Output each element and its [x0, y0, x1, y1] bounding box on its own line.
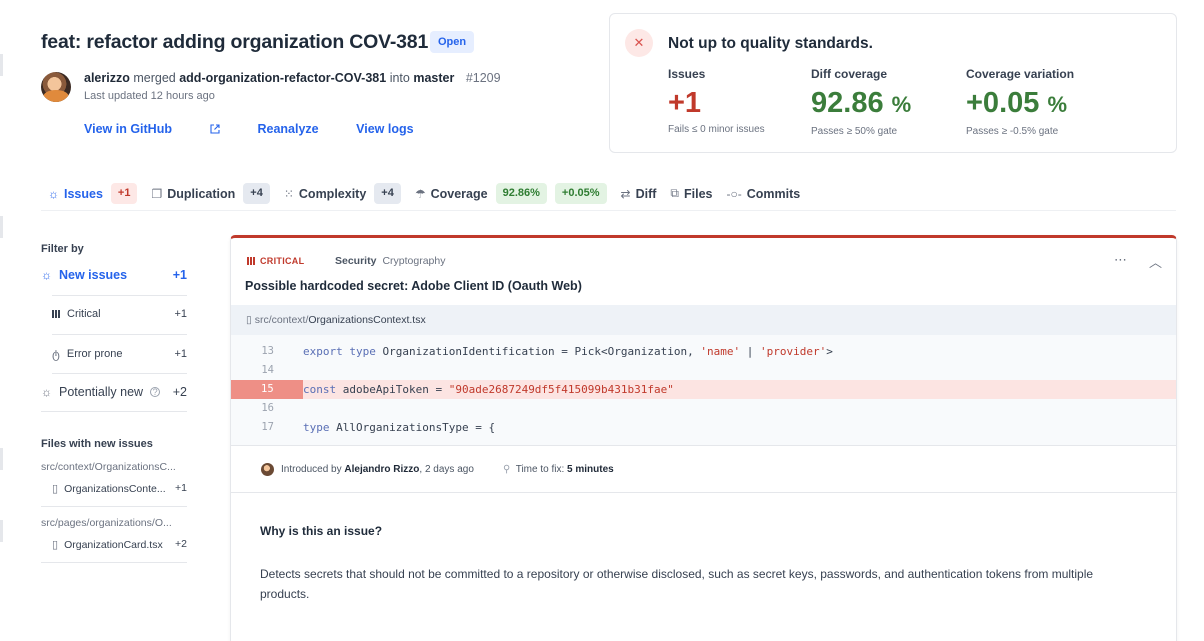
quality-headline: Not up to quality standards.	[668, 35, 873, 52]
file-icon: ▯	[52, 539, 59, 551]
more-options-icon[interactable]: ⋯	[1114, 252, 1127, 271]
issue-panel: CRITICAL Security Cryptography ⋯ ︿ Possib…	[230, 235, 1177, 641]
copy-icon: ❐	[151, 186, 163, 201]
status-badge: Open	[430, 31, 475, 53]
view-in-github-link[interactable]: View in GitHub	[84, 122, 220, 136]
diff-icon: ⇄	[620, 186, 631, 201]
code-line: 14	[261, 364, 274, 376]
commit-icon: -○-	[726, 186, 742, 201]
file-icon: ▯	[246, 314, 255, 326]
last-updated: Last updated 12 hours ago	[84, 90, 215, 102]
critical-icon	[52, 310, 60, 318]
chevron-up-icon[interactable]: ︿	[1149, 252, 1162, 271]
file-path: src/context/OrganizationsC...	[41, 461, 176, 473]
bug-icon: ☼	[41, 385, 52, 399]
tab-coverage-badge: 92.86%	[495, 183, 547, 204]
bug-icon: ☼	[41, 268, 52, 282]
code-line: 16	[261, 402, 274, 414]
avatar	[41, 72, 71, 102]
why-heading: Why is this an issue?	[260, 524, 383, 538]
quality-gate-card: ✕ Not up to quality standards. Issues +1…	[609, 13, 1177, 153]
tab-complexity-badge: +4	[374, 183, 401, 204]
reanalyze-link[interactable]: Reanalyze	[257, 122, 318, 136]
code-line-highlighted: 15 const adobeApiToken = "90ade2687249df…	[231, 380, 1176, 399]
code-line: 17 type AllOrganizationsType = {	[261, 421, 496, 434]
tab-issues[interactable]: ☼ Issues +1	[48, 183, 138, 204]
tab-duplication[interactable]: ❐ Duplication +4	[151, 183, 270, 204]
tab-bar: ☼ Issues +1 ❐ Duplication +4 ⁙ Complexit…	[48, 181, 814, 206]
filter-error-prone[interactable]: ტ Error prone +1	[41, 347, 187, 361]
pr-number: #1209	[465, 71, 501, 85]
umbrella-icon: ☂	[414, 186, 426, 201]
fail-x-icon: ✕	[625, 29, 653, 57]
author-name[interactable]: alerizzo	[84, 71, 130, 85]
metric-diff-coverage: Diff coverage 92.86 % Passes ≥ 50% gate	[811, 67, 912, 137]
filter-critical[interactable]: Critical +1	[41, 308, 187, 320]
tab-coverage-variation-badge: +0.05%	[554, 183, 607, 204]
merge-info: alerizzo merged add-organization-refacto…	[84, 71, 501, 85]
metric-issues: Issues +1 Fails ≤ 0 minor issues	[668, 67, 765, 135]
file-item[interactable]: ▯ OrganizationsConte... +1	[52, 482, 187, 495]
panel-actions: ⋯ ︿	[1114, 252, 1162, 271]
issue-meta: Introduced by Alejandro Rizzo, 2 days ag…	[231, 445, 1176, 493]
critical-icon	[247, 257, 255, 265]
code-line: 13 export type OrganizationIdentificatio…	[261, 345, 833, 358]
tab-issues-badge: +1	[110, 183, 138, 204]
code-snippet: 13 export type OrganizationIdentificatio…	[231, 335, 1176, 445]
tab-complexity[interactable]: ⁙ Complexity +4	[284, 183, 401, 204]
left-edge	[0, 0, 4, 641]
bug-icon: ☼	[48, 186, 59, 201]
filter-by-label: Filter by	[41, 243, 84, 255]
wrench-icon: ⚲	[503, 464, 511, 475]
tab-commits[interactable]: -○- Commits	[727, 187, 801, 201]
page-title: feat: refactor adding organization COV-3…	[41, 31, 429, 53]
tab-divider	[41, 210, 1176, 211]
file-item[interactable]: ▯ OrganizationCard.tsx +2	[52, 538, 187, 551]
view-logs-link[interactable]: View logs	[356, 122, 413, 136]
filter-new-issues[interactable]: ☼ New issues +1	[41, 268, 187, 282]
target-branch[interactable]: master	[413, 71, 454, 85]
file-path-bar: ▯ src/context/OrganizationsContext.tsx	[231, 305, 1176, 335]
issue-category: Security Cryptography	[335, 255, 446, 267]
issue-title: Possible hardcoded secret: Adobe Client …	[245, 279, 582, 293]
issue-description: Detects secrets that should not be commi…	[260, 567, 1094, 601]
grid-icon: ⁙	[283, 186, 294, 201]
bomb-icon: ტ	[52, 347, 60, 361]
header-links: View in GitHub Reanalyze View logs	[84, 122, 448, 136]
severity-badge: CRITICAL	[247, 256, 304, 266]
file-path: src/pages/organizations/O...	[41, 517, 172, 529]
external-link-icon	[210, 124, 220, 134]
source-branch[interactable]: add-organization-refactor-COV-381	[179, 71, 386, 85]
metric-coverage-variation: Coverage variation +0.05 % Passes ≥ -0.5…	[966, 67, 1075, 137]
avatar	[261, 463, 274, 476]
help-icon[interactable]: ?	[150, 387, 161, 397]
filter-potentially-new[interactable]: ☼ Potentially new? +2	[41, 385, 187, 399]
tab-duplication-badge: +4	[243, 183, 270, 204]
tab-diff[interactable]: ⇄ Diff	[621, 187, 657, 201]
tab-files[interactable]: ⧉ Files	[670, 186, 712, 201]
tab-coverage[interactable]: ☂ Coverage 92.86% +0.05%	[415, 183, 607, 204]
files-with-issues-label: Files with new issues	[41, 438, 153, 450]
files-icon: ⧉	[670, 186, 679, 200]
file-icon: ▯	[52, 483, 59, 495]
